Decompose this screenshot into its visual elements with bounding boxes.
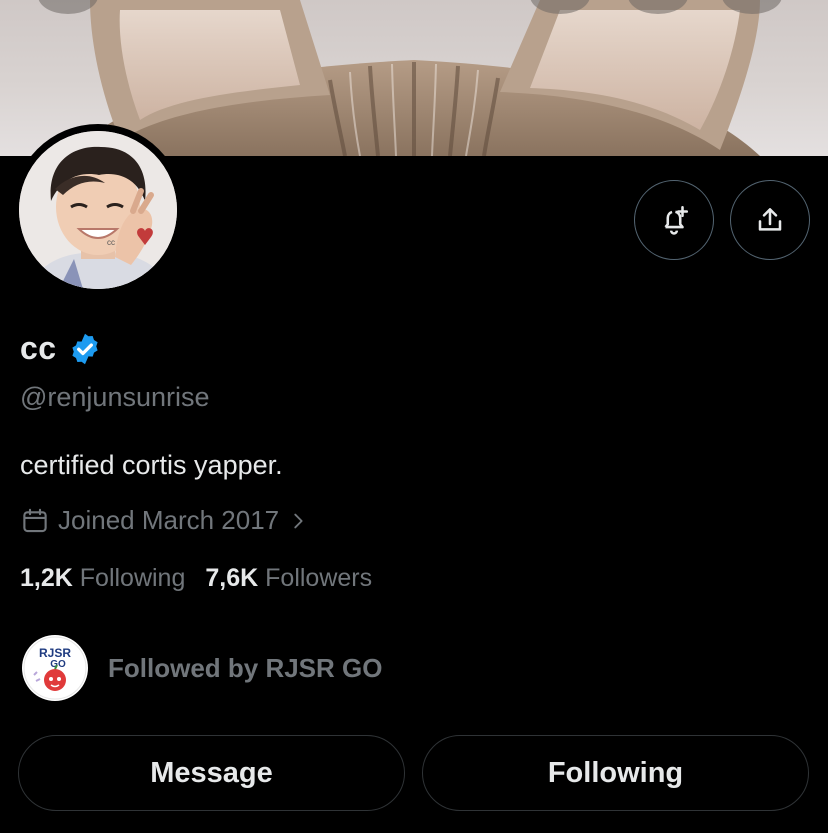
profile-bio: certified cortis yapper. bbox=[20, 450, 283, 480]
joined-date-row[interactable]: Joined March 2017 bbox=[20, 505, 309, 536]
following-stat[interactable]: 1,2K Following bbox=[20, 564, 185, 593]
display-name-row: cc bbox=[20, 330, 103, 367]
avatar-photo: cc bbox=[19, 131, 177, 289]
following-button[interactable]: Following bbox=[422, 735, 809, 811]
avatar-watermark: cc bbox=[107, 238, 115, 247]
followers-count: 7,6K bbox=[205, 564, 259, 592]
follow-stats: 1,2K Following 7,6K Followers bbox=[20, 564, 372, 593]
following-label: Following bbox=[79, 564, 186, 592]
chevron-right-icon bbox=[294, 513, 303, 528]
profile-page: cc cc @renjunsunrise certified cortis ya… bbox=[0, 0, 828, 833]
display-name: cc bbox=[20, 330, 57, 366]
followed-by-avatar: RJSR GO bbox=[22, 635, 88, 701]
profile-handle: @renjunsunrise bbox=[20, 382, 210, 412]
joined-date-text: Joined March 2017 bbox=[58, 505, 280, 535]
followed-by-text: Followed by RJSR GO bbox=[108, 652, 383, 683]
followers-label: Followers bbox=[265, 564, 373, 592]
bell-plus-icon bbox=[664, 205, 689, 235]
avatar[interactable]: cc bbox=[19, 131, 177, 289]
followed-by-row[interactable]: RJSR GO Followed by RJSR GO bbox=[22, 635, 382, 701]
verified-badge-icon[interactable] bbox=[67, 331, 103, 367]
svg-text:GO: GO bbox=[50, 659, 66, 670]
svg-text:RJSR: RJSR bbox=[39, 646, 71, 660]
following-count: 1,2K bbox=[20, 564, 73, 592]
share-button[interactable] bbox=[730, 180, 810, 260]
notify-button[interactable] bbox=[634, 180, 714, 260]
followers-stat[interactable]: 7,6K Followers bbox=[205, 564, 372, 593]
message-button[interactable]: Message bbox=[18, 735, 405, 811]
rjsr-go-logo: RJSR GO bbox=[23, 636, 87, 700]
share-icon bbox=[758, 208, 782, 231]
calendar-icon bbox=[23, 508, 47, 532]
